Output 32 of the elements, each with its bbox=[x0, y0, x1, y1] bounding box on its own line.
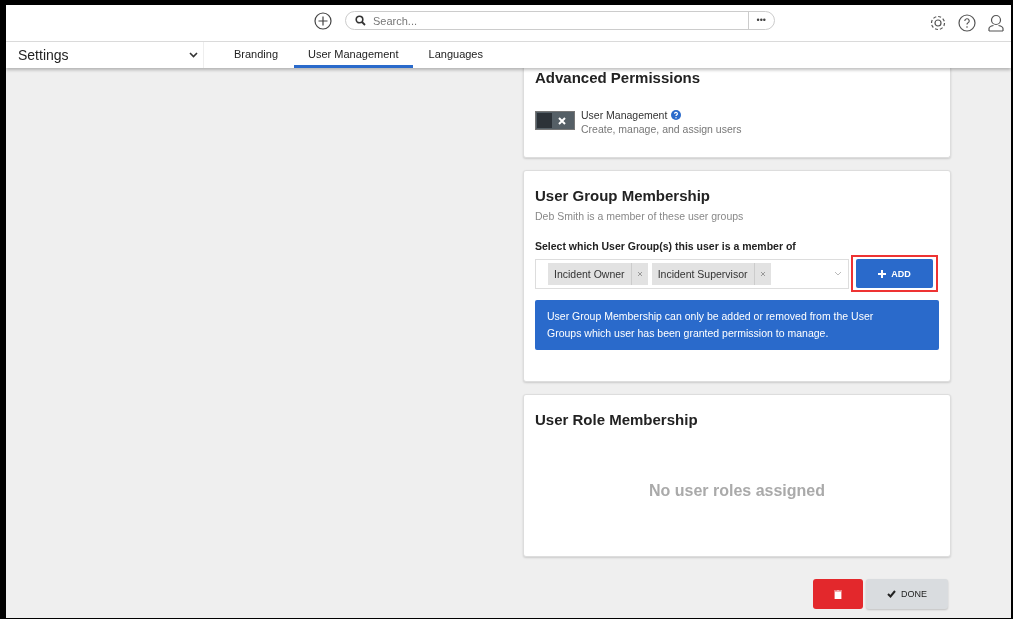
info-banner: User Group Membership can only be added or removed from the User Groups which user has been granted permission to manage. bbox=[535, 300, 939, 350]
search-icon bbox=[355, 15, 366, 26]
trash-icon bbox=[834, 589, 842, 599]
add-icon[interactable] bbox=[314, 11, 332, 30]
tab[interactable]: Languages bbox=[414, 42, 497, 68]
settings-icon[interactable] bbox=[929, 14, 947, 32]
help-icon[interactable] bbox=[671, 110, 682, 120]
delete-button[interactable] bbox=[813, 579, 863, 609]
cross-icon bbox=[558, 116, 566, 125]
user-icon[interactable] bbox=[987, 14, 1005, 32]
field-label: Select which User Group(s) this user is a member of bbox=[535, 240, 797, 252]
help-icon[interactable] bbox=[958, 14, 976, 32]
card-title: Advanced Permissions bbox=[535, 69, 702, 86]
toggle-switch[interactable] bbox=[535, 111, 575, 130]
card-subtitle: Deb Smith is a member of these user groups bbox=[535, 210, 745, 222]
group-tag: Incident Supervisor bbox=[651, 262, 771, 285]
tab[interactable]: Branding bbox=[220, 42, 293, 68]
add-button[interactable]: ADD bbox=[856, 259, 933, 288]
permission-description: Create, manage, and assign users bbox=[581, 123, 742, 135]
card-title: User Group Membership bbox=[535, 187, 712, 204]
plus-icon bbox=[878, 269, 887, 278]
more-button[interactable]: ••• bbox=[747, 12, 774, 29]
settings-dropdown[interactable]: Settings bbox=[6, 42, 204, 68]
group-tag: Incident Owner bbox=[548, 262, 648, 285]
chevron-icon bbox=[834, 271, 842, 276]
permission-name: User Management bbox=[581, 109, 668, 121]
tab[interactable]: User Management bbox=[294, 42, 413, 68]
empty-message: No user roles assigned bbox=[647, 482, 827, 500]
check-icon bbox=[887, 590, 896, 598]
chevron-icon bbox=[189, 52, 198, 58]
done-button[interactable]: DONE bbox=[866, 579, 948, 609]
card-title: User Role Membership bbox=[535, 411, 699, 428]
